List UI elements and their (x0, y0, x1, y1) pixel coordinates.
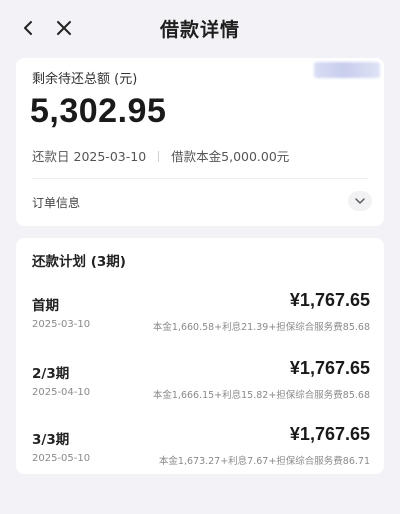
remaining-label: 剩余待还总额 (元) (32, 72, 138, 87)
period-date: 2025-03-10 (32, 319, 91, 330)
page-title: 借款详情 (159, 19, 240, 41)
order-info-label: 订单信息 (32, 196, 81, 210)
plan-title: 还款计划 (3期) (32, 254, 126, 270)
plan-period-2: 2/3期 ¥1,767.65 2025-04-10 本金1,666.15+利息1… (16, 358, 384, 422)
repay-info: 还款日 2025-03-10 借款本金5,000.00元 (32, 146, 289, 165)
blurred-badge (314, 62, 380, 78)
period-detail: 本金1,660.58+利息21.39+担保综合服务费85.68 (152, 322, 370, 333)
repay-day: 2025-03-10 (73, 149, 147, 164)
period-name: 3/3期 (32, 432, 70, 448)
period-name: 首期 (32, 298, 59, 314)
period-detail: 本金1,673.27+利息7.67+担保综合服务费86.71 (158, 456, 370, 467)
period-date: 2025-05-10 (32, 453, 91, 464)
remaining-amount: 5,302.95 (30, 92, 167, 130)
period-date: 2025-04-10 (32, 387, 91, 398)
nav-bar: 借款详情 (0, 0, 400, 56)
order-info-row[interactable]: 订单信息 (16, 186, 384, 218)
expand-button[interactable] (348, 191, 372, 211)
repay-day-label: 还款日 (32, 149, 70, 164)
period-amount: ¥1,767.65 (289, 424, 370, 444)
principal-label: 借款本金 (171, 149, 222, 164)
period-detail: 本金1,666.15+利息15.82+担保综合服务费85.68 (152, 390, 370, 401)
period-name: 2/3期 (32, 366, 70, 382)
divider (32, 178, 368, 179)
plan-period-1: 首期 ¥1,767.65 2025-03-10 本金1,660.58+利息21.… (16, 290, 384, 354)
plan-period-3: 3/3期 ¥1,767.65 2025-05-10 本金1,673.27+利息7… (16, 424, 384, 488)
chevron-down-icon (355, 198, 365, 204)
principal-value: 5,000.00元 (221, 149, 290, 164)
period-amount: ¥1,767.65 (289, 290, 370, 310)
separator (158, 151, 160, 162)
period-amount: ¥1,767.65 (289, 358, 370, 378)
repayment-plan-card: 还款计划 (3期) 首期 ¥1,767.65 2025-03-10 本金1,66… (16, 238, 384, 474)
summary-card: 剩余待还总额 (元) 5,302.95 还款日 2025-03-10 借款本金5… (16, 58, 384, 226)
